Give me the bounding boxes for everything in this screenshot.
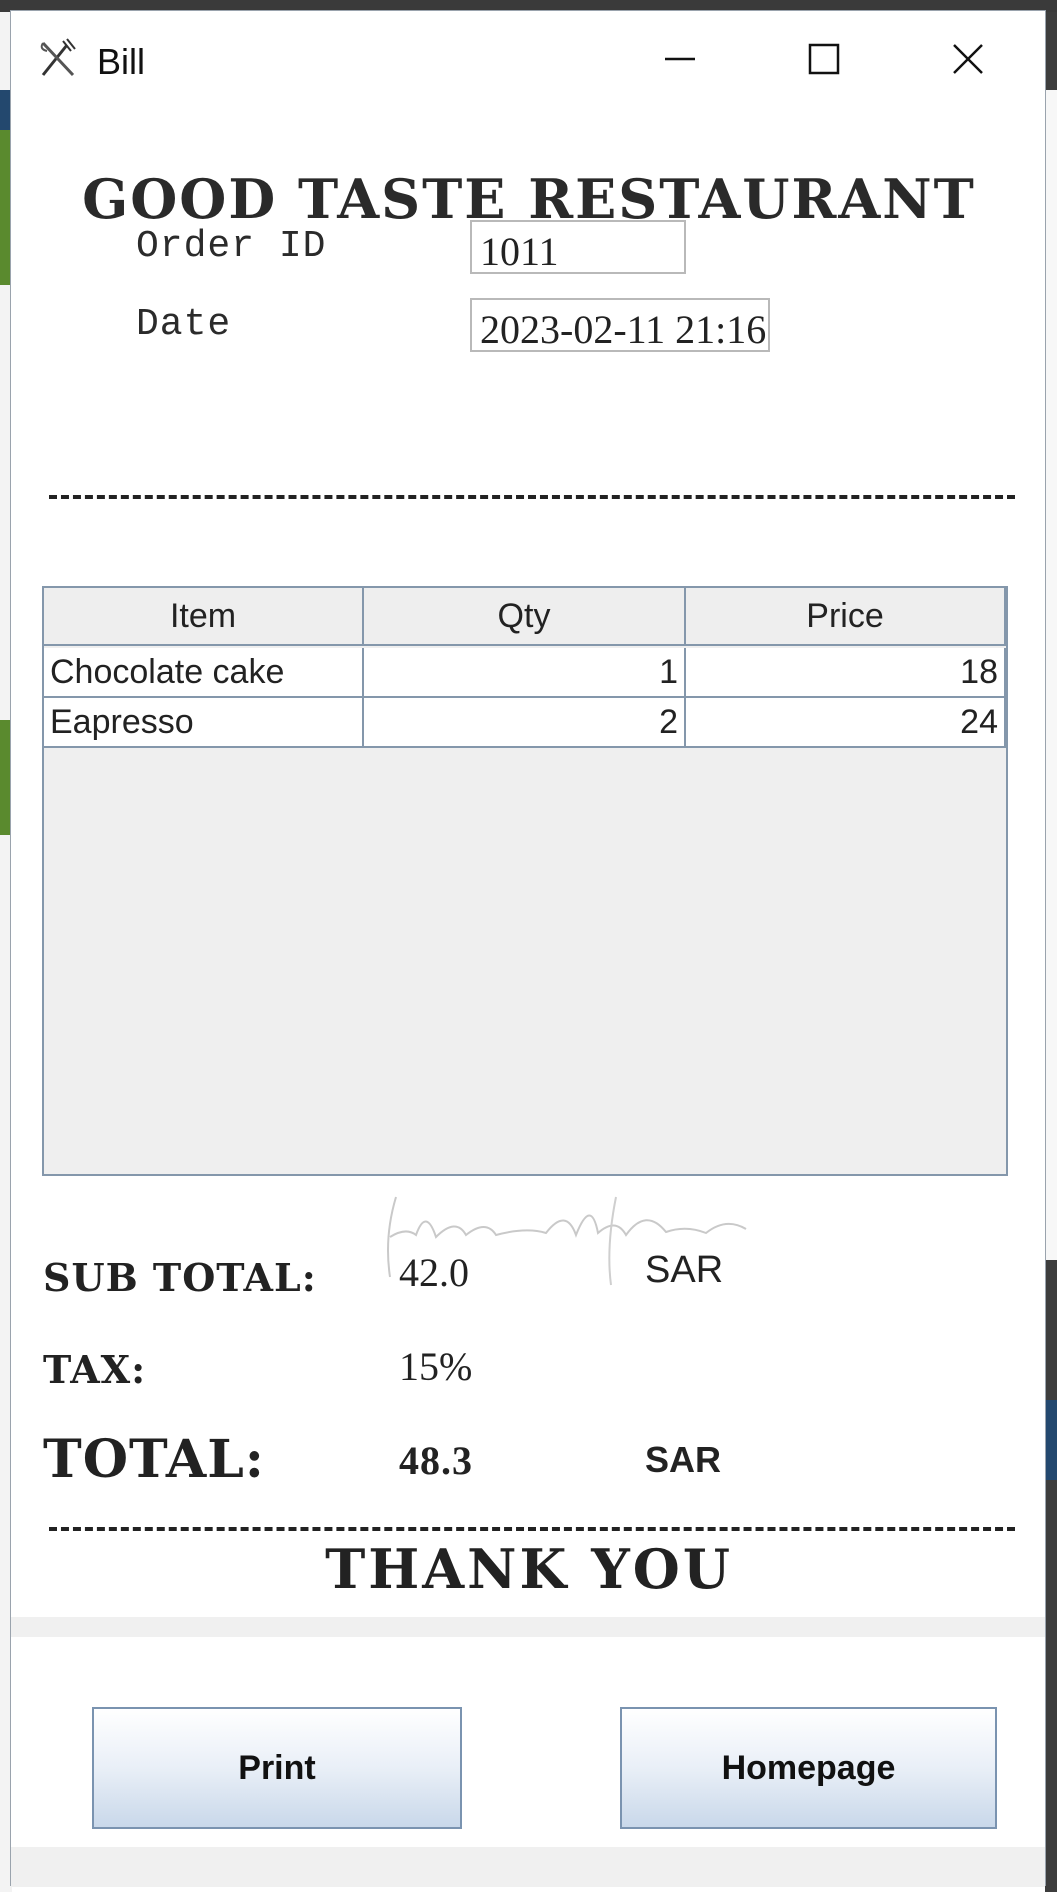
column-header-qty[interactable]: Qty [364,588,686,646]
thank-you-message: THANK YOU [325,1537,733,1601]
subtotal-value: 42.0 [399,1250,469,1295]
tax-label: TAX: [43,1347,147,1392]
close-button[interactable] [933,29,1003,89]
item-cell[interactable]: Chocolate cake [44,648,364,698]
qty-cell[interactable]: 2 [364,698,686,748]
maximize-button[interactable] [789,29,859,89]
total-value: 48.3 [399,1438,473,1483]
print-button[interactable]: Print [92,1707,462,1829]
subtotal-currency: SAR [645,1249,724,1291]
tax-value: 15% [399,1344,473,1389]
order-id-field[interactable]: 1011 [470,220,686,274]
item-cell[interactable]: Eapresso [44,698,364,748]
minimize-button[interactable] [645,29,715,89]
separator-line [49,495,1015,499]
price-cell[interactable]: 18 [686,648,1006,698]
bill-window: Bill GOOD TASTE RESTAURANT Order ID 1011… [10,10,1046,1887]
table-header: Item Qty Price [44,588,1006,648]
maximize-icon [808,43,840,75]
button-panel: Print Homepage [11,1617,1045,1887]
background-app-edge [1045,90,1057,1260]
window-title: Bill [97,41,146,82]
separator-line [49,1527,1015,1531]
total-label: TOTAL: [43,1429,265,1490]
title-bar[interactable]: Bill [11,11,1045,107]
homepage-button[interactable]: Homepage [620,1707,997,1829]
subtotal-label: SUB TOTAL: [43,1255,317,1300]
column-header-price[interactable]: Price [686,588,1006,646]
close-icon [953,44,983,74]
date-field[interactable]: 2023-02-11 21:16:26 [470,298,770,352]
fork-knife-icon [37,35,81,79]
bill-content: GOOD TASTE RESTAURANT Order ID 1011 Date… [11,107,1045,1627]
background-app-edge [1045,1400,1057,1480]
order-items-table[interactable]: Item Qty Price Chocolate cake 1 18 Eapre… [42,586,1008,1176]
table-row[interactable]: Chocolate cake 1 18 [44,648,1006,698]
date-label: Date [136,303,232,346]
total-currency: SAR [645,1439,722,1480]
button-panel-inner: Print Homepage [11,1637,1045,1847]
qty-cell[interactable]: 1 [364,648,686,698]
order-id-label: Order ID [136,225,327,268]
table-row[interactable]: Eapresso 2 24 [44,698,1006,748]
column-header-item[interactable]: Item [44,588,364,646]
price-cell[interactable]: 24 [686,698,1006,748]
minimize-icon [665,57,695,61]
